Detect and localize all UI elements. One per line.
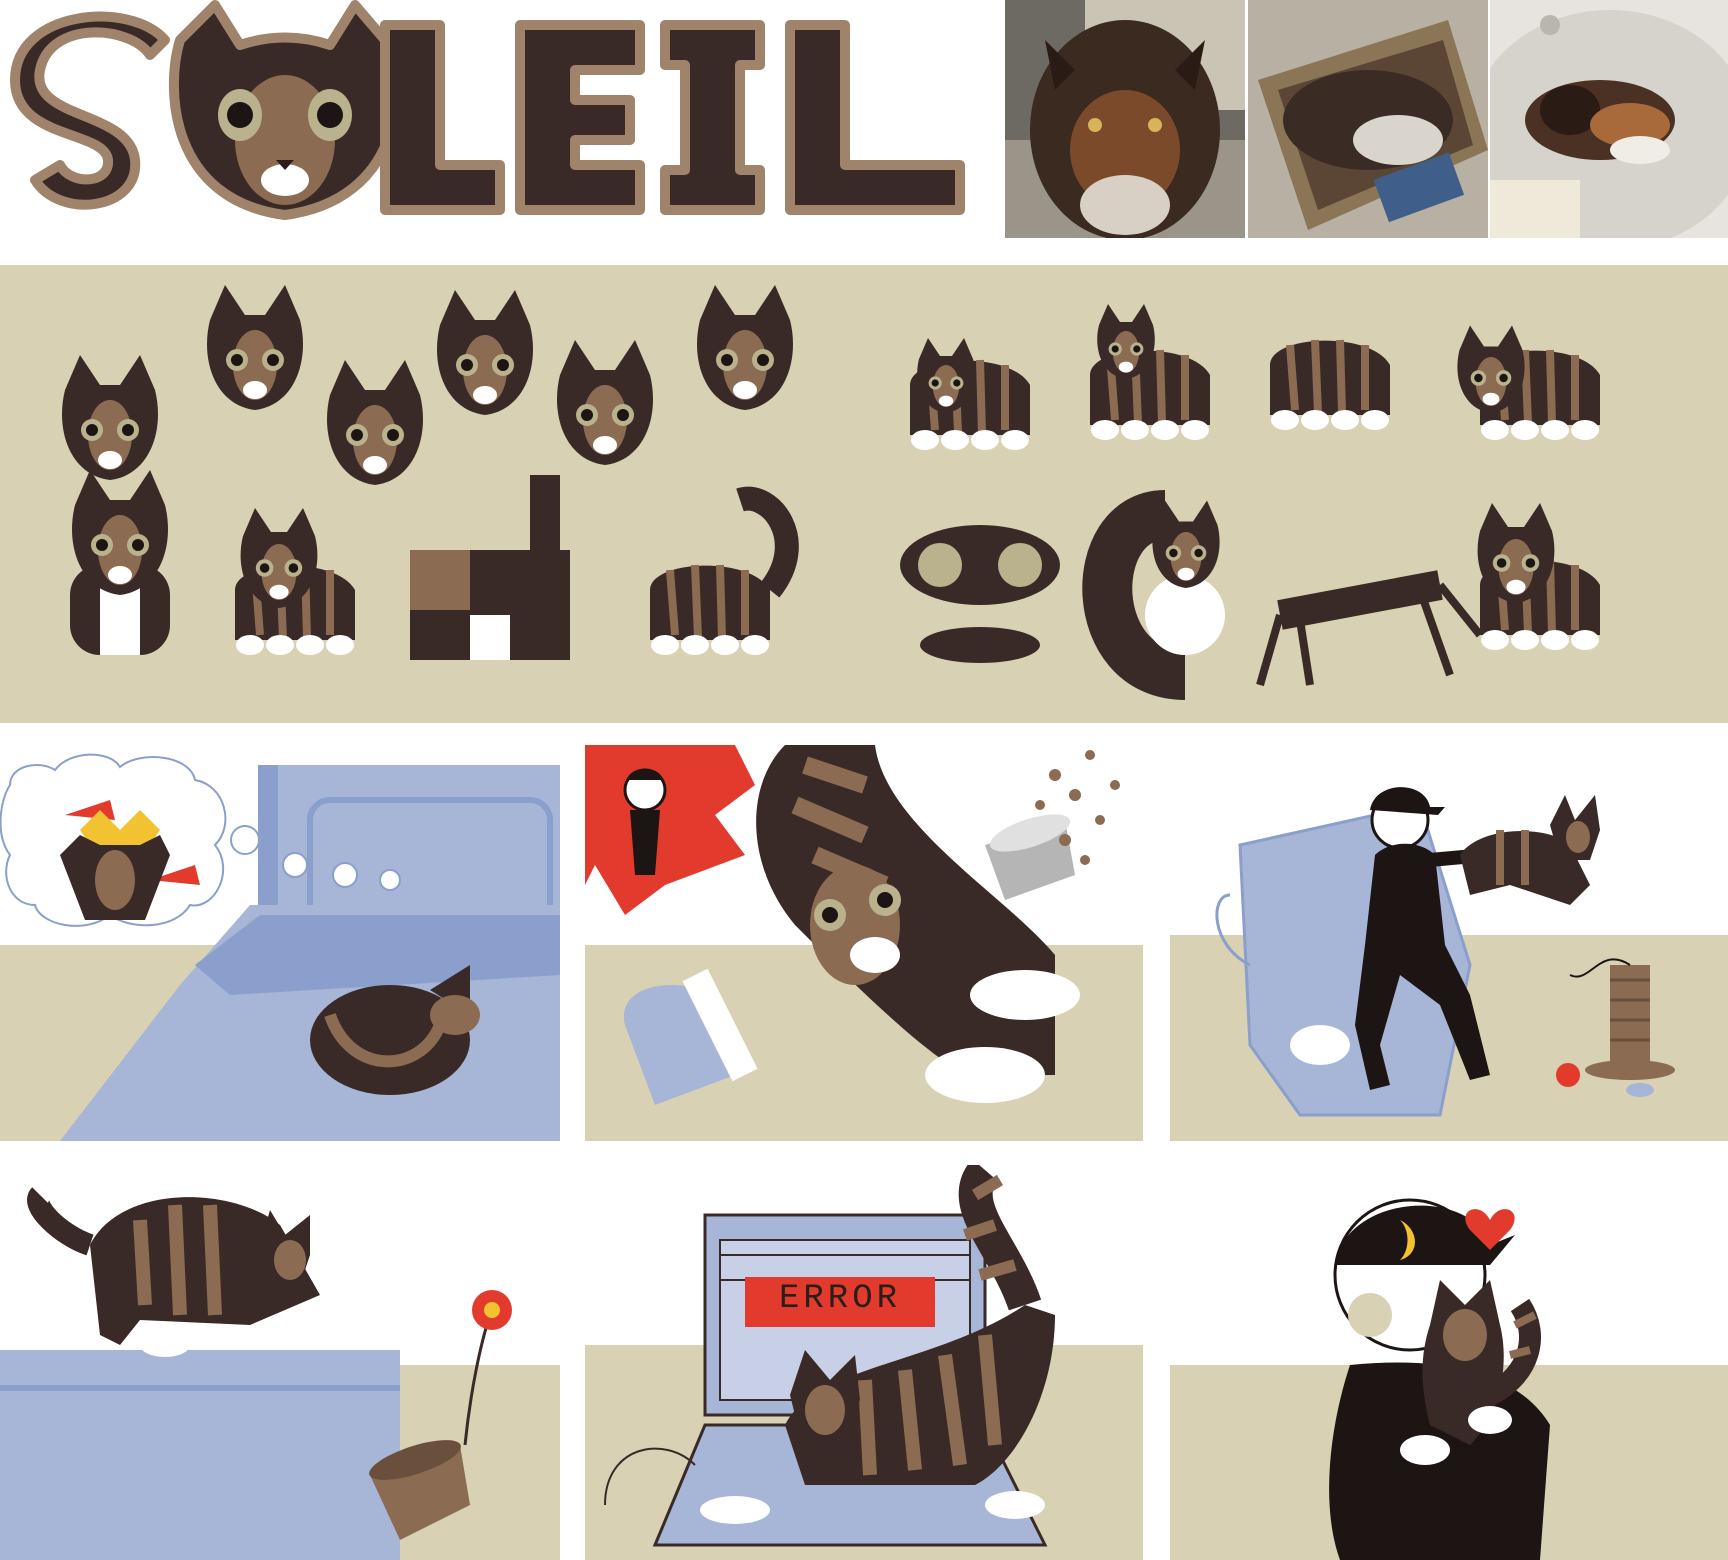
panel-knocking-pot xyxy=(0,1165,560,1560)
cat-photo-basket xyxy=(1248,0,1488,238)
panel-laptop-error: ERROR xyxy=(585,1165,1143,1560)
title-logo: SOLEIL xyxy=(0,0,1000,240)
panel-hug xyxy=(1170,1165,1728,1560)
cat-photo-bathtub xyxy=(1490,0,1728,238)
error-message: ERROR xyxy=(778,1280,902,1318)
title-lettering xyxy=(10,0,965,220)
character-sheet xyxy=(0,265,1728,723)
panel-couch xyxy=(1170,745,1728,1141)
cat-photo-laptop xyxy=(1005,0,1245,238)
panel-dreaming xyxy=(0,745,560,1141)
panel-pouncing xyxy=(585,745,1143,1141)
